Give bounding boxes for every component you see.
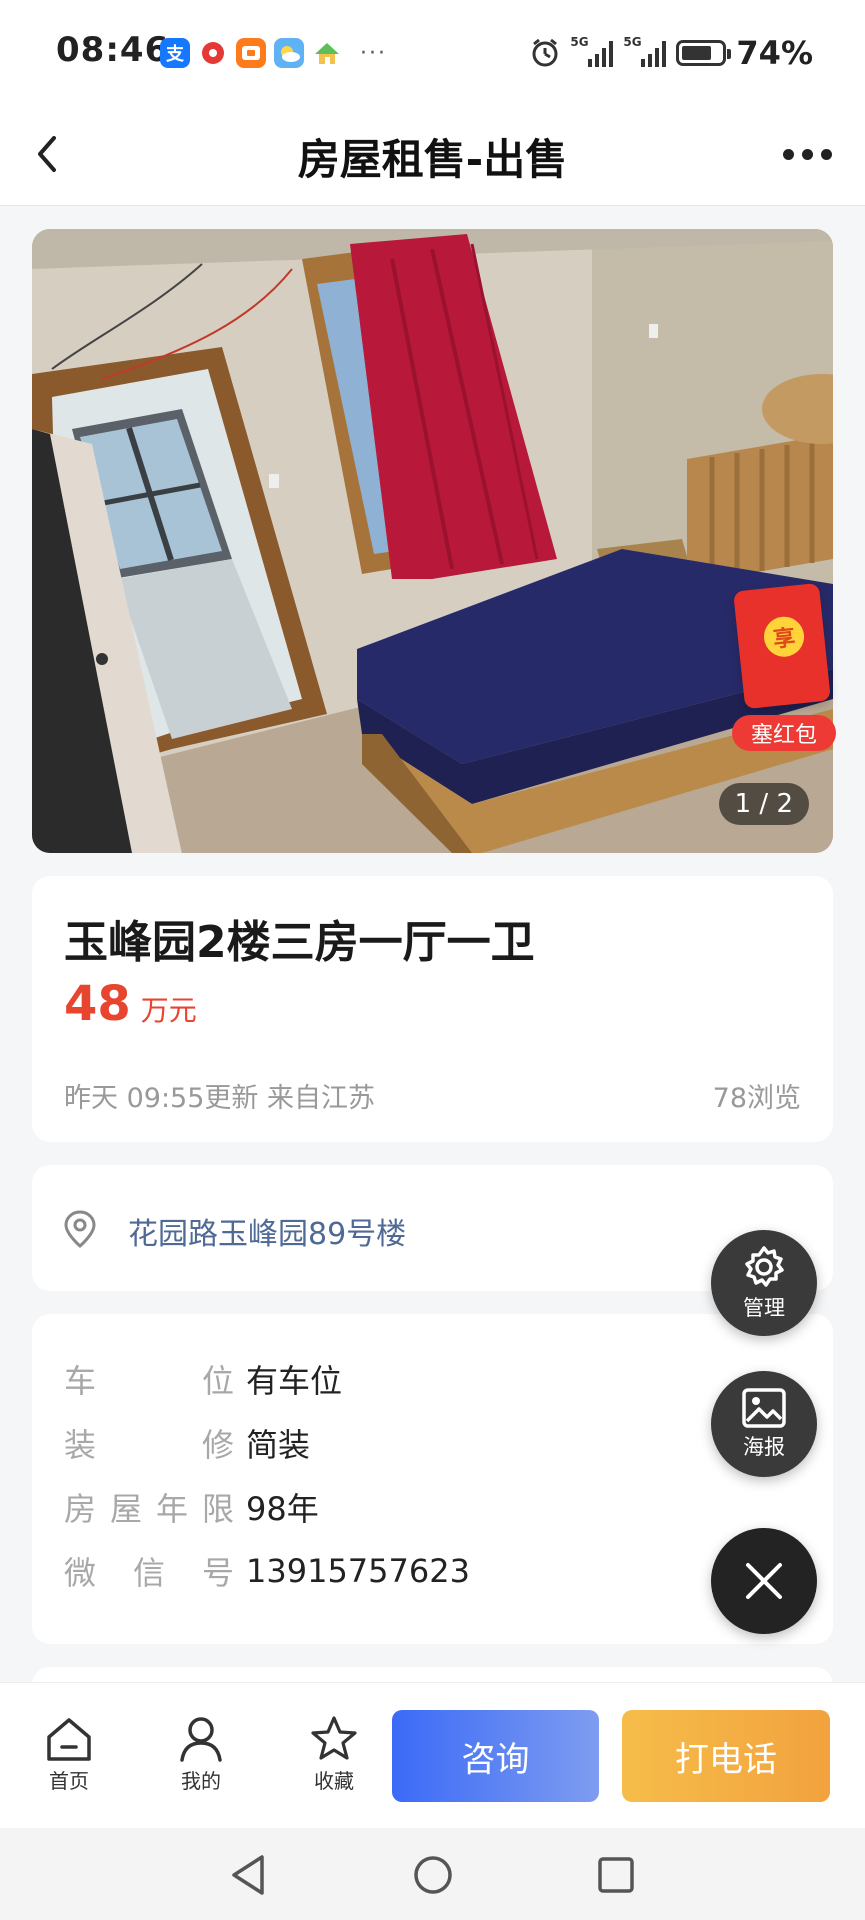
attr-value: 有车位 (246, 1362, 343, 1400)
tab-mine-label: 我的 (181, 1769, 221, 1793)
red-packet[interactable]: 享 塞红包 (732, 582, 836, 752)
listing-title: 玉峰园2楼三房一厅一卫 (64, 917, 535, 968)
nav-recents-square-icon[interactable] (594, 1853, 638, 1897)
poster-label: 海报 (743, 1435, 785, 1459)
signal-icon-2: 5G (623, 35, 667, 67)
room-photo-image (32, 229, 833, 853)
tab-home[interactable]: 首页 (29, 1715, 109, 1794)
record-icon (198, 38, 228, 68)
address-text: 花园路玉峰园89号楼 (128, 1217, 407, 1252)
home-app-icon (312, 38, 342, 68)
call-button[interactable]: 打电话 (622, 1710, 830, 1802)
view-count: 78浏览 (712, 1083, 801, 1114)
tab-favorite-label: 收藏 (314, 1769, 354, 1793)
status-bar: 08:46 支 ··· 5G 5G 74% (0, 0, 865, 104)
update-info: 昨天 09:55更新 来自江苏 (64, 1083, 375, 1114)
attr-label: 房屋年限 (64, 1490, 234, 1528)
attr-value: 98年 (246, 1490, 319, 1528)
consult-button[interactable]: 咨询 (392, 1710, 599, 1802)
price-unit: 万元 (140, 994, 197, 1027)
close-icon (746, 1563, 782, 1599)
poster-button[interactable]: 海报 (711, 1371, 817, 1477)
weather-icon (274, 38, 304, 68)
user-icon (180, 1717, 222, 1762)
gear-icon (745, 1246, 784, 1287)
more-dots-icon (782, 148, 794, 160)
manage-button[interactable]: 管理 (711, 1230, 817, 1336)
tab-favorite[interactable]: 收藏 (294, 1715, 374, 1794)
network-type-2: 5G (623, 35, 642, 49)
system-nav-bar (0, 1828, 865, 1920)
attr-label: 车位 (64, 1362, 234, 1400)
network-type-1: 5G (570, 35, 589, 49)
red-envelope-icon: 享 (733, 582, 831, 710)
manage-label: 管理 (743, 1296, 785, 1320)
nav-home-circle-icon[interactable] (410, 1852, 456, 1898)
wechat-number[interactable]: 13915757623 (246, 1552, 470, 1590)
attr-row-wechat: 微信号 13915757623 (64, 1550, 470, 1592)
tab-home-label: 首页 (49, 1769, 89, 1793)
red-packet-coin: 享 (762, 614, 807, 659)
page-title: 房屋租售-出售 (297, 135, 568, 184)
attr-label: 装修 (64, 1426, 234, 1464)
listing-photo[interactable]: 1 / 2 (32, 229, 833, 853)
attr-label: 微信号 (64, 1554, 234, 1592)
alarm-icon (532, 38, 558, 67)
alipay-icon: 支 (160, 38, 190, 68)
more-button[interactable] (777, 134, 837, 174)
photo-counter: 1 / 2 (718, 783, 809, 825)
nav-bar: 房屋租售-出售 (0, 104, 865, 206)
more-notifications-icon: ··· (360, 40, 387, 66)
attr-row-parking: 车位 有车位 (64, 1358, 342, 1400)
battery-percent: 74% (736, 34, 813, 72)
tab-mine[interactable]: 我的 (161, 1715, 241, 1794)
price-value: 48 (64, 976, 131, 1032)
status-right: 5G 5G 74% (530, 34, 813, 72)
status-app-icons: 支 ··· (160, 36, 387, 70)
close-fab-button[interactable] (711, 1528, 817, 1634)
status-time: 08:46 (56, 30, 170, 70)
wallet-icon (236, 38, 266, 68)
listing-price: 48 万元 (64, 976, 197, 1032)
star-icon (311, 1716, 357, 1760)
attr-row-decoration: 装修 简装 (64, 1422, 310, 1464)
attr-value: 简装 (246, 1426, 311, 1464)
attr-row-age: 房屋年限 98年 (64, 1486, 319, 1528)
battery-icon (676, 40, 732, 66)
bottom-action-bar: 首页 我的 收藏 咨询 打电话 (0, 1682, 865, 1828)
image-icon (742, 1388, 786, 1428)
nav-back-triangle-icon[interactable] (228, 1853, 272, 1897)
red-packet-label: 塞红包 (732, 715, 836, 751)
listing-info-card: 玉峰园2楼三房一厅一卫 48 万元 昨天 09:55更新 来自江苏 78浏览 (32, 876, 833, 1142)
home-icon (47, 1718, 91, 1761)
location-pin-icon (64, 1210, 96, 1248)
signal-icon: 5G (570, 35, 614, 67)
